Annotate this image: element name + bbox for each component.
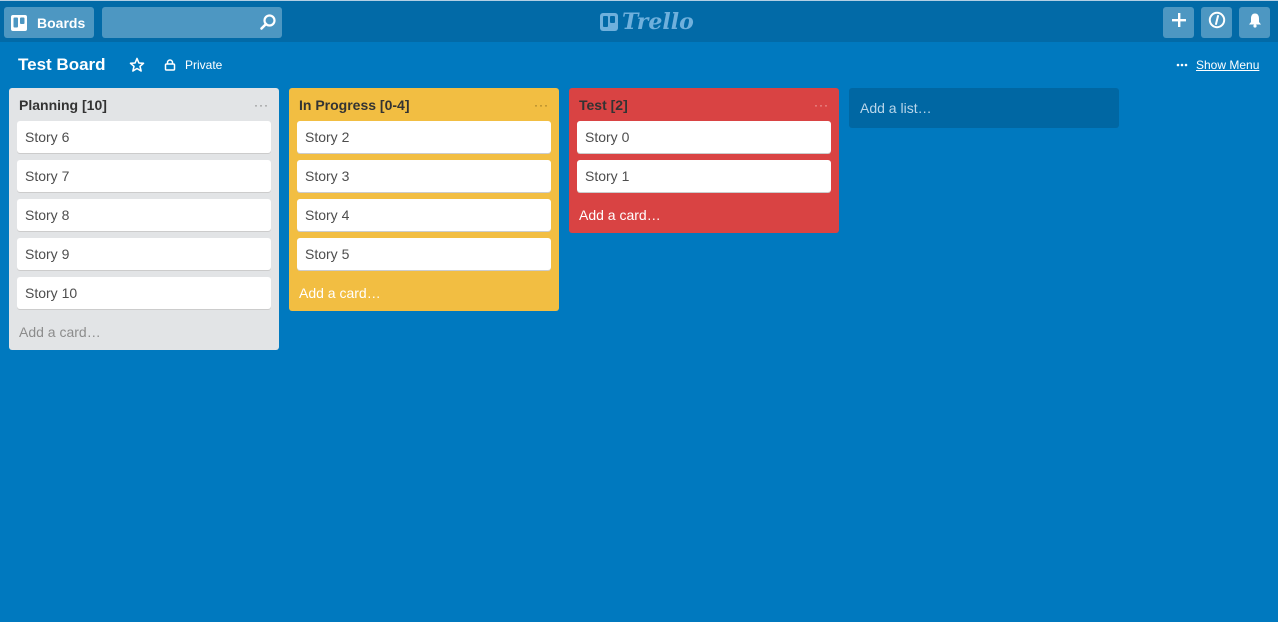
card[interactable]: Story 8 xyxy=(17,199,271,231)
top-header: Boards Trello xyxy=(0,0,1278,42)
list-menu-icon[interactable]: ··· xyxy=(534,98,549,112)
logo-text: Trello xyxy=(622,9,694,35)
card[interactable]: Story 7 xyxy=(17,160,271,192)
card[interactable]: Story 5 xyxy=(297,238,551,270)
card[interactable]: Story 9 xyxy=(17,238,271,270)
list-in-progress: In Progress [0-4] ··· Story 2 Story 3 St… xyxy=(289,88,559,311)
add-card-button[interactable]: Add a card… xyxy=(297,277,551,311)
bell-icon xyxy=(1247,12,1263,33)
card[interactable]: Story 10 xyxy=(17,277,271,309)
add-list-button[interactable]: Add a list… xyxy=(849,88,1119,128)
card[interactable]: Story 3 xyxy=(297,160,551,192)
list-header: Planning [10] ··· xyxy=(17,88,271,121)
show-menu-button[interactable]: Show Menu xyxy=(1176,57,1259,73)
boards-icon xyxy=(11,14,27,31)
trello-logo-icon xyxy=(600,13,618,31)
search-box xyxy=(102,7,282,38)
list-title[interactable]: Test [2] xyxy=(579,97,628,113)
card[interactable]: Story 0 xyxy=(577,121,831,153)
add-button[interactable] xyxy=(1163,7,1194,38)
show-menu-label: Show Menu xyxy=(1196,58,1260,72)
board-title[interactable]: Test Board xyxy=(18,55,106,75)
search-icon[interactable] xyxy=(259,13,277,36)
info-button[interactable] xyxy=(1201,7,1232,38)
visibility-label: Private xyxy=(185,58,223,72)
plus-icon xyxy=(1171,12,1187,33)
add-card-button[interactable]: Add a card… xyxy=(577,199,831,233)
notifications-button[interactable] xyxy=(1239,7,1270,38)
boards-button[interactable]: Boards xyxy=(4,7,94,38)
list-menu-icon[interactable]: ··· xyxy=(254,98,269,112)
lock-icon xyxy=(164,59,176,71)
card[interactable]: Story 2 xyxy=(297,121,551,153)
trello-logo[interactable]: Trello xyxy=(600,9,694,35)
boards-label: Boards xyxy=(37,14,86,31)
ellipsis-icon xyxy=(1176,63,1188,67)
list-planning: Planning [10] ··· Story 6 Story 7 Story … xyxy=(9,88,279,350)
search-input[interactable] xyxy=(102,7,282,38)
list-test: Test [2] ··· Story 0 Story 1 Add a card… xyxy=(569,88,839,233)
card[interactable]: Story 6 xyxy=(17,121,271,153)
list-menu-icon[interactable]: ··· xyxy=(814,98,829,112)
visibility-button[interactable]: Private xyxy=(164,57,222,73)
list-header: In Progress [0-4] ··· xyxy=(297,88,551,121)
list-title[interactable]: In Progress [0-4] xyxy=(299,97,409,113)
card[interactable]: Story 4 xyxy=(297,199,551,231)
star-icon[interactable] xyxy=(129,57,145,78)
info-icon xyxy=(1208,11,1226,34)
card[interactable]: Story 1 xyxy=(577,160,831,192)
list-title[interactable]: Planning [10] xyxy=(19,97,107,113)
add-card-button[interactable]: Add a card… xyxy=(17,316,271,350)
list-header: Test [2] ··· xyxy=(577,88,831,121)
